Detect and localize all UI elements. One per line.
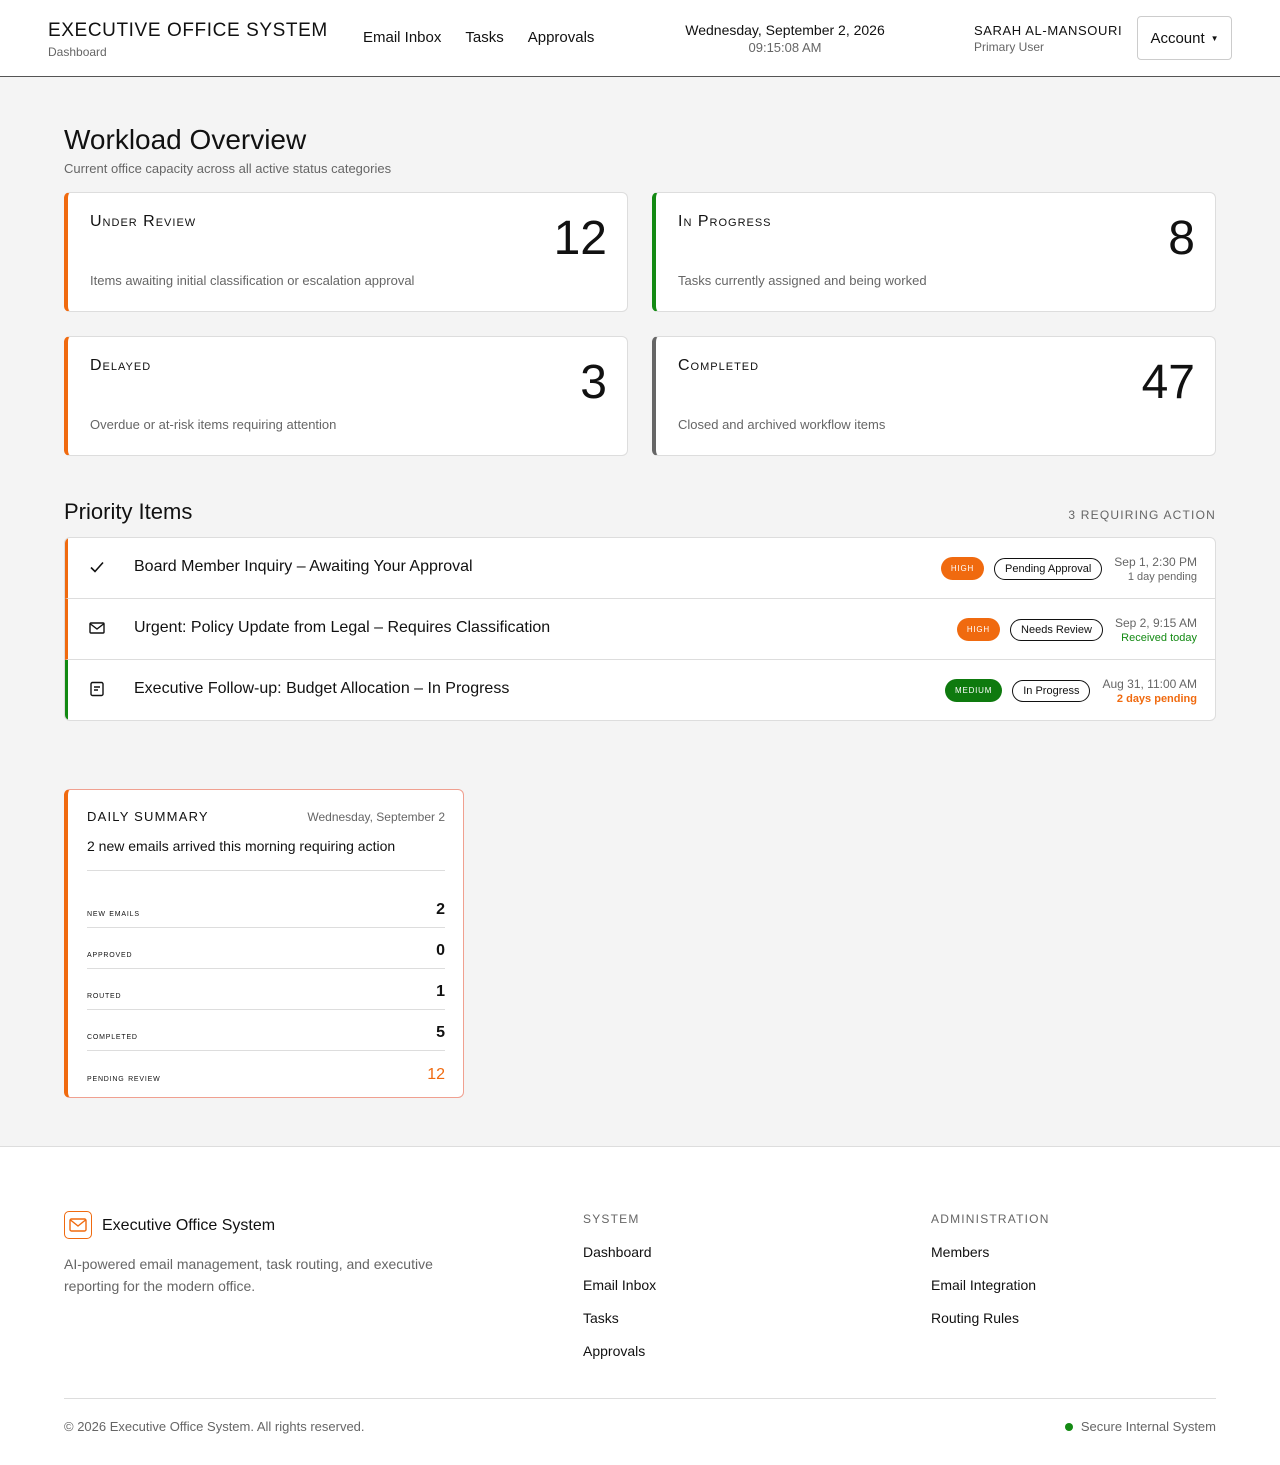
summary-value: 2: [436, 901, 445, 918]
status-badge: Needs Review: [1010, 618, 1103, 641]
summary-value: 5: [436, 1024, 445, 1041]
item-pending-note: 1 day pending: [1127, 570, 1197, 583]
card-completed[interactable]: Completed 47 Closed and archived workflo…: [652, 336, 1216, 456]
caret-down-icon: ▼: [1210, 33, 1219, 43]
card-label: In Progress: [678, 213, 772, 230]
summary-row-completed: Completed 5: [87, 1010, 445, 1051]
footer-link-tasks[interactable]: Tasks: [583, 1310, 656, 1326]
priority-item-title: Executive Follow-up: Budget Allocation –…: [134, 680, 510, 697]
card-under-review[interactable]: Under Review 12 Items awaiting initial c…: [64, 192, 628, 312]
summary-label: Completed: [87, 1031, 138, 1042]
footer-link-routing-rules[interactable]: Routing Rules: [931, 1310, 1050, 1326]
app-subtitle: Dashboard: [48, 45, 107, 59]
summary-label: Routed: [87, 990, 122, 1001]
card-label: Under Review: [90, 213, 197, 230]
summary-row-new-emails: New Emails 2: [87, 887, 445, 928]
priority-title: Priority Items: [64, 499, 193, 524]
footer-link-approvals[interactable]: Approvals: [583, 1343, 656, 1359]
account-button[interactable]: Account ▼: [1137, 16, 1232, 60]
card-count: 47: [1141, 356, 1195, 409]
card-count: 12: [553, 212, 607, 265]
status-badge: In Progress: [1012, 679, 1091, 702]
user-info: SARAH AL-MANSOURI Primary User: [974, 23, 1122, 54]
summary-label: Approved: [87, 949, 133, 960]
summary-divider: [87, 870, 445, 871]
secure-status: Secure Internal System: [1064, 1419, 1216, 1434]
card-count: 3: [580, 356, 607, 409]
summary-value: 12: [427, 1066, 445, 1083]
item-date: Aug 31, 11:00 AM: [1102, 676, 1197, 691]
card-label: Delayed: [90, 357, 152, 374]
priority-list: Board Member Inquiry – Awaiting Your App…: [64, 537, 1216, 721]
user-role: Primary User: [974, 40, 1045, 54]
priority-item-title: Urgent: Policy Update from Legal – Requi…: [134, 619, 551, 636]
main-nav: Email Inbox Tasks Approvals: [363, 29, 594, 46]
priority-item[interactable]: Board Member Inquiry – Awaiting Your App…: [65, 538, 1215, 599]
footer-link-members[interactable]: Members: [931, 1244, 1050, 1260]
footer-system-column: SYSTEM Dashboard Email Inbox Tasks Appro…: [583, 1212, 656, 1376]
summary-label: Pending Review: [87, 1073, 161, 1084]
footer-divider: [64, 1398, 1216, 1399]
summary-title: DAILY SUMMARY: [87, 809, 209, 824]
footer-link-email-inbox[interactable]: Email Inbox: [583, 1277, 656, 1293]
summary-date: Wednesday, September 2: [307, 810, 445, 824]
brand: EXECUTIVE OFFICE SYSTEM Dashboard: [48, 20, 328, 59]
workload-subtitle: Current office capacity across all activ…: [64, 161, 392, 176]
priority-badge: HIGH: [956, 618, 1001, 641]
summary-value: 0: [436, 942, 445, 959]
footer-description: AI-powered email management, task routin…: [64, 1256, 433, 1294]
status-dot-icon: [1064, 1422, 1073, 1431]
top-bar: EXECUTIVE OFFICE SYSTEM Dashboard Email …: [0, 0, 1280, 77]
footer-admin-column: ADMINISTRATION Members Email Integration…: [931, 1212, 1050, 1343]
mail-icon: [89, 622, 105, 634]
card-description: Overdue or at-risk items requiring atten…: [90, 417, 337, 432]
nav-approvals[interactable]: Approvals: [528, 29, 595, 46]
summary-label: New Emails: [87, 908, 140, 919]
item-date: Sep 2, 9:15 AM: [1114, 615, 1197, 630]
account-label: Account: [1150, 29, 1205, 47]
current-time: 09:15:08 AM: [748, 40, 822, 55]
priority-item[interactable]: Executive Follow-up: Budget Allocation –…: [65, 660, 1215, 720]
clock: Wednesday, September 2, 2026 09:15:08 AM: [640, 22, 930, 55]
mail-logo-icon: [64, 1211, 92, 1239]
card-count: 8: [1168, 212, 1195, 265]
card-label: Completed: [678, 357, 760, 374]
footer-admin-title: ADMINISTRATION: [931, 1212, 1050, 1226]
summary-value: 1: [436, 983, 445, 1000]
nav-tasks[interactable]: Tasks: [465, 29, 503, 46]
card-description: Tasks currently assigned and being worke…: [678, 273, 927, 288]
footer-link-dashboard[interactable]: Dashboard: [583, 1244, 656, 1260]
priority-badge: HIGH: [940, 557, 985, 580]
priority-item-title: Board Member Inquiry – Awaiting Your App…: [134, 558, 473, 575]
document-icon: [90, 681, 104, 697]
footer-link-email-integration[interactable]: Email Integration: [931, 1277, 1050, 1293]
current-date: Wednesday, September 2, 2026: [685, 22, 885, 38]
footer-system-title: SYSTEM: [583, 1212, 640, 1226]
card-description: Items awaiting initial classification or…: [90, 273, 415, 288]
summary-row-approved: Approved 0: [87, 928, 445, 969]
priority-count: 3 REQUIRING ACTION: [1068, 508, 1216, 522]
app-title: EXECUTIVE OFFICE SYSTEM: [48, 20, 328, 41]
priority-badge: MEDIUM: [944, 679, 1003, 702]
status-badge: Pending Approval: [994, 557, 1103, 580]
priority-item[interactable]: Urgent: Policy Update from Legal – Requi…: [65, 599, 1215, 660]
check-icon: [90, 561, 104, 573]
summary-row-pending-review: Pending Review 12: [87, 1051, 445, 1092]
secure-label: Secure Internal System: [1080, 1419, 1216, 1434]
item-date: Sep 1, 2:30 PM: [1114, 554, 1197, 569]
footer: Executive Office System AI-powered email…: [0, 1146, 1280, 1465]
daily-summary: DAILY SUMMARY Wednesday, September 2 2 n…: [64, 789, 464, 1098]
copyright: © 2026 Executive Office System. All righ…: [64, 1419, 365, 1434]
item-pending-note: Received today: [1121, 631, 1197, 644]
summary-message: 2 new emails arrived this morning requir…: [87, 838, 396, 854]
item-pending-note: 2 days pending: [1116, 692, 1197, 705]
card-delayed[interactable]: Delayed 3 Overdue or at-risk items requi…: [64, 336, 628, 456]
nav-email-inbox[interactable]: Email Inbox: [363, 29, 441, 46]
card-description: Closed and archived workflow items: [678, 417, 886, 432]
card-in-progress[interactable]: In Progress 8 Tasks currently assigned a…: [652, 192, 1216, 312]
workload-title: Workload Overview: [64, 124, 307, 155]
summary-row-routed: Routed 1: [87, 969, 445, 1010]
user-name: SARAH AL-MANSOURI: [974, 23, 1123, 38]
footer-brand: Executive Office System: [102, 1217, 276, 1234]
